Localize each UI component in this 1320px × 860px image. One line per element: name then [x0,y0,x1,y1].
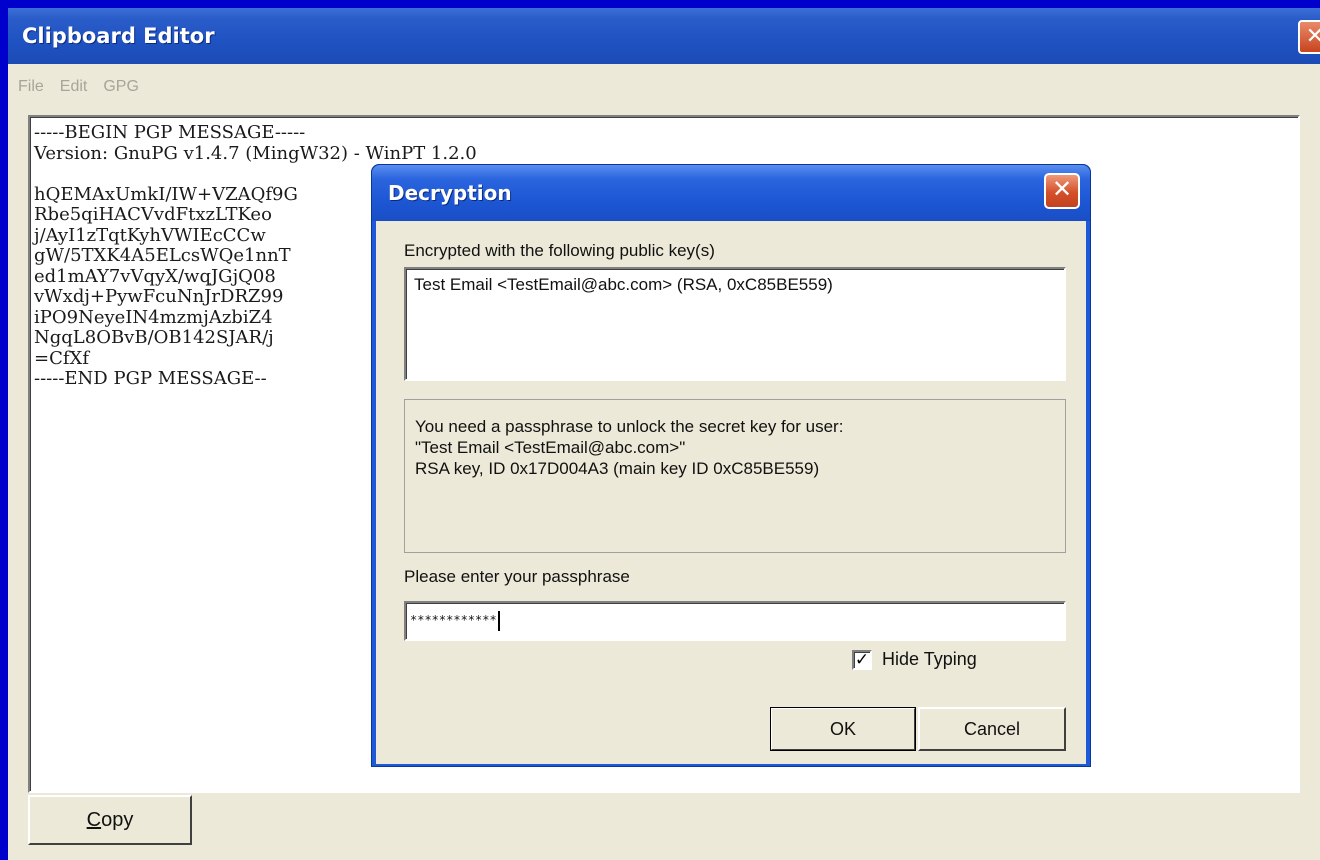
editor-line: -----BEGIN PGP MESSAGE----- [34,122,306,143]
text-caret [497,610,500,631]
info-line: "Test Email <TestEmail@abc.com>" [415,438,686,457]
public-keys-list[interactable]: Test Email <TestEmail@abc.com> (RSA, 0xC… [404,267,1066,381]
hide-typing-option[interactable]: ✓ Hide Typing [852,649,977,670]
public-key-item: Test Email <TestEmail@abc.com> (RSA, 0xC… [414,275,833,294]
close-icon[interactable]: ✕ [1044,173,1080,209]
passphrase-input[interactable]: ************ [404,601,1066,641]
main-close-icon[interactable]: ✕ [1298,20,1320,54]
menu-gpg[interactable]: GPG [103,78,139,96]
menubar: File Edit GPG [8,72,1320,102]
encrypted-with-label: Encrypted with the following public key(… [404,241,715,260]
dialog-body: Encrypted with the following public key(… [376,221,1086,764]
hide-typing-label: Hide Typing [882,649,977,669]
passphrase-info-box: You need a passphrase to unlock the secr… [404,399,1066,553]
editor-line: Version: GnuPG v1.4.7 (MingW32) - WinPT … [34,142,477,164]
info-line: You need a passphrase to unlock the secr… [415,417,844,436]
menu-edit[interactable]: Edit [60,78,88,96]
hide-typing-checkbox[interactable]: ✓ [852,649,872,670]
main-window-title: Clipboard Editor [22,24,215,48]
menu-file[interactable]: File [18,78,44,96]
main-titlebar[interactable]: Clipboard Editor ✕ [8,8,1320,64]
decryption-dialog: Decryption ✕ Encrypted with the followin… [371,164,1091,767]
dialog-titlebar[interactable]: Decryption ✕ [372,165,1090,221]
copy-button[interactable]: Copy [28,795,192,845]
copy-button-label: Copy [86,808,134,831]
passphrase-label: Please enter your passphrase [404,567,630,586]
dialog-title: Decryption [388,181,512,205]
passphrase-value: ************ [410,613,497,627]
ok-button[interactable]: OK [770,707,916,751]
info-line: RSA key, ID 0x17D004A3 (main key ID 0xC8… [415,459,820,478]
cancel-button[interactable]: Cancel [918,707,1066,751]
